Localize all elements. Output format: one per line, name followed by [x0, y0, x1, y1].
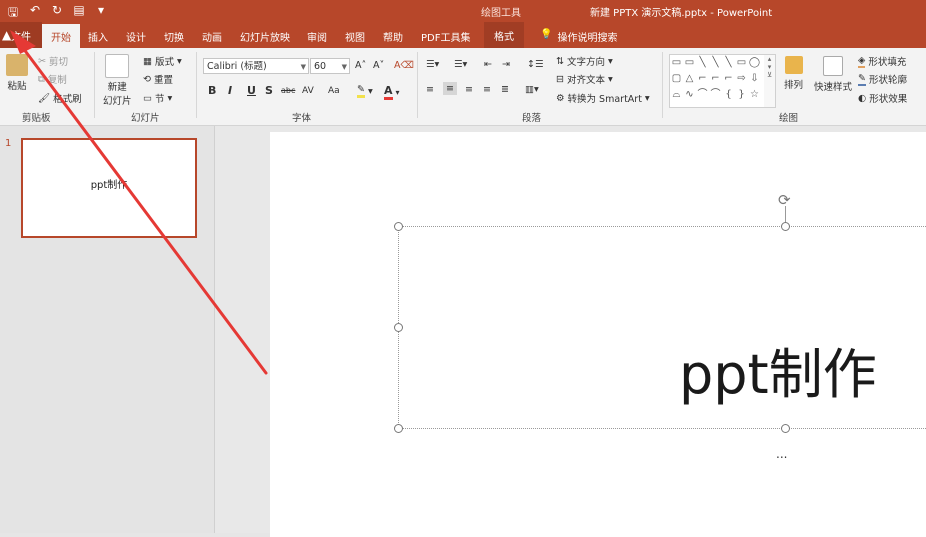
mouse-cursor-icon: ▲: [2, 28, 12, 42]
annotation-arrow: [10, 30, 268, 375]
annotation-arrow-shaft: [18, 42, 268, 375]
annotation-arrow-head: [10, 30, 36, 54]
